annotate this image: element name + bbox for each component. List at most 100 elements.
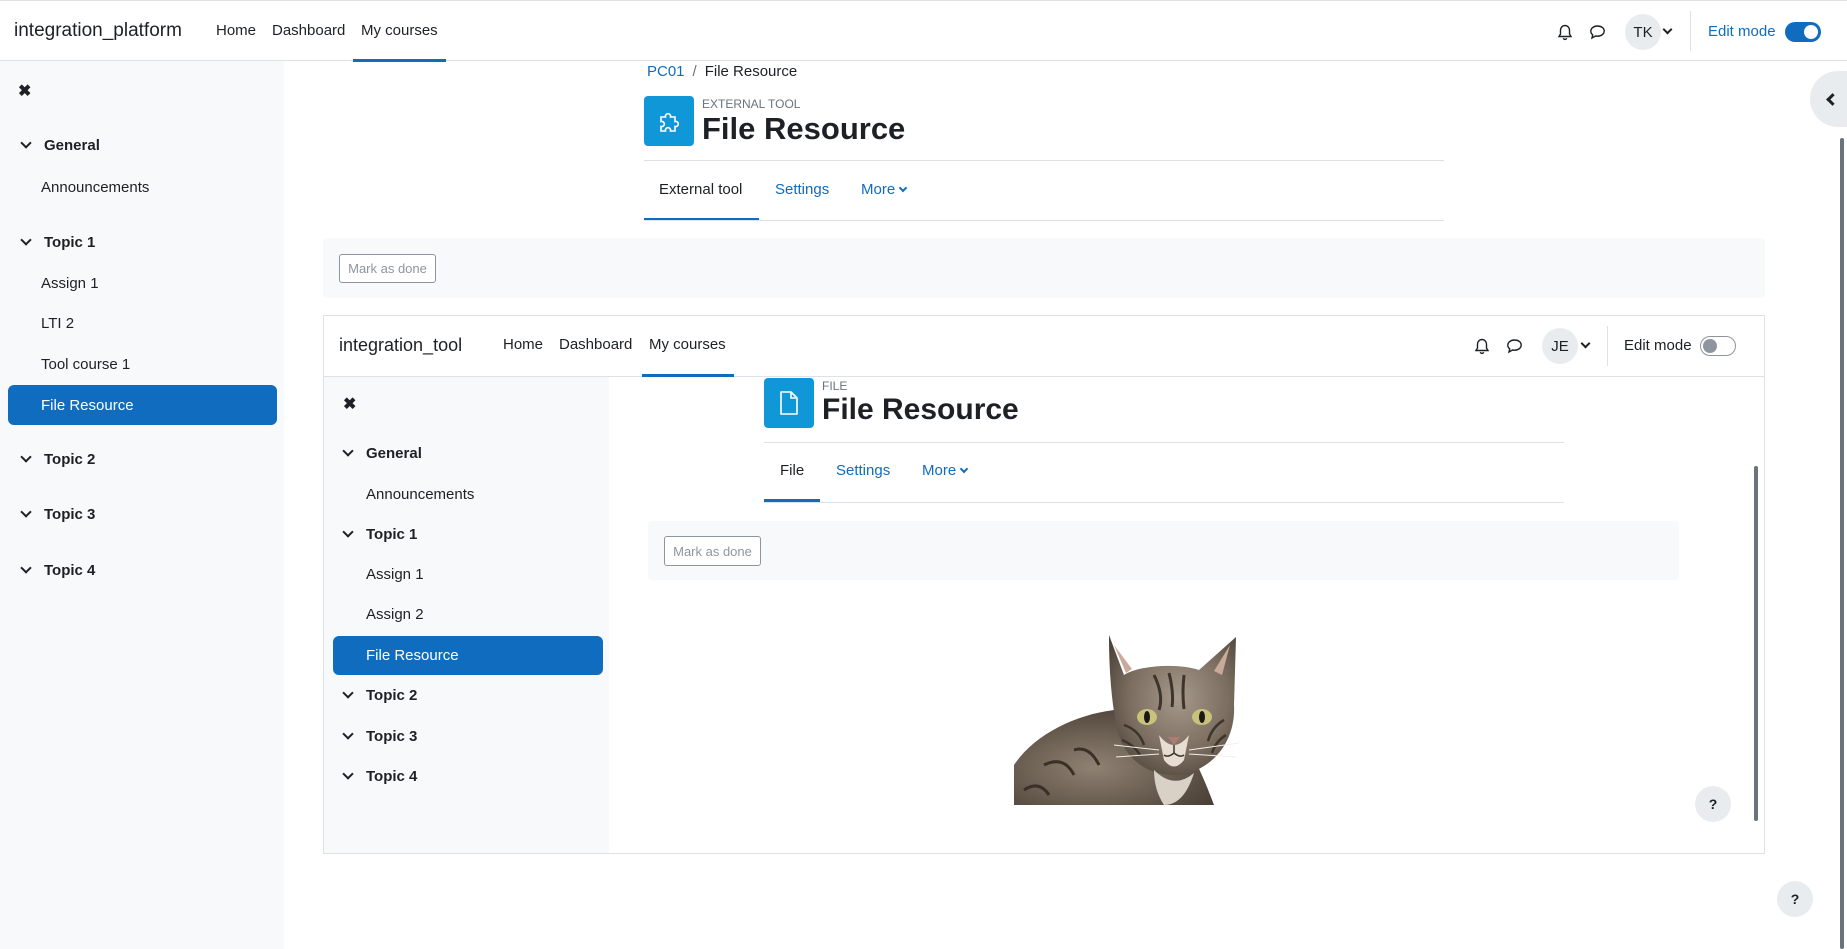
chevron-down-icon <box>959 464 969 474</box>
breadcrumb-course-link[interactable]: PC01 <box>647 63 685 80</box>
tool-page-title: File Resource <box>822 393 1019 426</box>
external-tool-puzzle-icon <box>644 96 694 146</box>
tab-external-tool[interactable]: External tool <box>659 181 742 198</box>
tool-notifications-bell-icon[interactable] <box>1471 335 1493 357</box>
activity-completion-bar <box>323 238 1765 298</box>
navbar-divider <box>1690 11 1691 51</box>
tool-edit-mode-toggle[interactable] <box>1700 336 1736 356</box>
nav-dashboard[interactable]: Dashboard <box>272 22 345 39</box>
chevron-down-icon <box>342 445 354 457</box>
tool-section-topic-2[interactable]: Topic 2 <box>342 687 418 704</box>
tool-nav-dashboard[interactable]: Dashboard <box>559 336 632 353</box>
toggle-knob <box>1703 339 1717 353</box>
tool-item-assign-1[interactable]: Assign 1 <box>366 566 424 583</box>
tool-section-topic-3[interactable]: Topic 3 <box>342 728 418 745</box>
chevron-down-icon <box>342 768 354 780</box>
tool-activity-type-label: File <box>822 379 848 393</box>
tool-item-assign-2[interactable]: Assign 2 <box>366 606 424 623</box>
chevron-down-icon <box>898 183 908 193</box>
nav-home[interactable]: Home <box>216 22 256 39</box>
tool-section-topic-3-label: Topic 3 <box>366 728 418 745</box>
breadcrumb-separator: / <box>692 63 697 80</box>
section-general-label: General <box>44 137 100 154</box>
chevron-down-icon <box>342 728 354 740</box>
page-title: File Resource <box>702 111 906 146</box>
tool-section-topic-4-label: Topic 4 <box>366 768 418 785</box>
section-topic-4[interactable]: Topic 4 <box>20 562 96 579</box>
tool-section-topic-2-label: Topic 2 <box>366 687 418 704</box>
chevron-down-icon <box>20 506 32 518</box>
tool-nav-active-indicator <box>642 374 734 377</box>
section-topic-2-label: Topic 2 <box>44 451 96 468</box>
course-item-announcements[interactable]: Announcements <box>41 179 149 196</box>
course-item-lti-2[interactable]: LTI 2 <box>41 315 74 332</box>
tool-scrollbar[interactable] <box>1754 466 1758 821</box>
tool-navbar-divider <box>1607 326 1608 366</box>
tool-mark-as-done-button[interactable]: Mark as done <box>664 536 761 566</box>
edit-mode-label: Edit mode <box>1708 23 1776 40</box>
tool-brand[interactable]: integration_tool <box>339 335 462 356</box>
tool-tabs-divider <box>764 502 1564 503</box>
course-item-tool-course-1[interactable]: Tool course 1 <box>41 356 130 373</box>
chevron-down-icon <box>342 526 354 538</box>
tab-more-label: More <box>861 181 896 198</box>
tool-header-divider <box>764 442 1564 443</box>
course-item-assign-1[interactable]: Assign 1 <box>41 275 99 292</box>
tabs-divider <box>644 220 1444 221</box>
tool-tab-file[interactable]: File <box>780 462 804 479</box>
cat-image <box>1014 615 1256 805</box>
tool-messages-chat-icon[interactable] <box>1503 335 1525 357</box>
tool-section-general[interactable]: General <box>342 445 422 462</box>
tool-user-avatar[interactable]: JE <box>1542 328 1578 364</box>
nav-my-courses[interactable]: My courses <box>361 22 438 39</box>
chevron-down-icon <box>20 451 32 463</box>
breadcrumb-current: File Resource <box>704 63 798 80</box>
section-topic-4-label: Topic 4 <box>44 562 96 579</box>
page-scrollbar[interactable] <box>1840 138 1844 949</box>
tool-tab-more-label: More <box>922 462 957 479</box>
header-divider <box>644 160 1444 161</box>
activity-type-label: External tool <box>702 97 801 111</box>
tool-navbar: integration_tool Home Dashboard My cours… <box>324 316 1764 377</box>
tab-more[interactable]: More <box>861 181 908 198</box>
nav-active-indicator <box>353 59 446 62</box>
user-avatar[interactable]: TK <box>1625 14 1661 50</box>
help-button[interactable]: ? <box>1777 881 1813 917</box>
tool-help-button[interactable]: ? <box>1695 786 1731 822</box>
section-topic-1-label: Topic 1 <box>44 234 96 251</box>
chevron-down-icon[interactable] <box>1580 338 1591 349</box>
site-brand[interactable]: integration_platform <box>14 20 182 42</box>
tool-item-announcements[interactable]: Announcements <box>366 486 474 503</box>
tool-nav-home[interactable]: Home <box>503 336 543 353</box>
section-topic-3-label: Topic 3 <box>44 506 96 523</box>
section-topic-3[interactable]: Topic 3 <box>20 506 96 523</box>
mark-as-done-button[interactable]: Mark as done <box>339 254 436 283</box>
open-block-drawer-button[interactable] <box>1810 71 1847 127</box>
toggle-knob <box>1804 25 1818 39</box>
messages-chat-icon[interactable] <box>1586 21 1608 43</box>
tool-tab-more[interactable]: More <box>922 462 969 479</box>
tool-course-index-drawer: ✖ General Announcements Topic 1 Assign 1… <box>324 377 609 853</box>
tool-close-drawer-icon[interactable]: ✖ <box>343 394 356 414</box>
tool-section-general-label: General <box>366 445 422 462</box>
tab-settings[interactable]: Settings <box>775 181 829 198</box>
tool-nav-my-courses[interactable]: My courses <box>649 336 726 353</box>
tool-section-topic-1[interactable]: Topic 1 <box>342 526 417 543</box>
edit-mode-toggle[interactable] <box>1785 22 1821 42</box>
chevron-down-icon[interactable] <box>1662 24 1673 35</box>
chevron-down-icon <box>20 137 32 149</box>
section-general[interactable]: General <box>20 137 100 154</box>
tool-item-file-resource-active[interactable]: File Resource <box>333 636 603 675</box>
tool-section-topic-4[interactable]: Topic 4 <box>342 768 418 785</box>
section-topic-2[interactable]: Topic 2 <box>20 451 96 468</box>
notifications-bell-icon[interactable] <box>1554 21 1576 43</box>
chevron-down-icon <box>20 562 32 574</box>
tool-tab-settings[interactable]: Settings <box>836 462 890 479</box>
tool-edit-mode-label: Edit mode <box>1624 337 1692 354</box>
tool-activity-completion-bar <box>648 521 1679 580</box>
file-document-icon <box>764 378 814 428</box>
course-item-file-resource-active[interactable]: File Resource <box>8 385 277 425</box>
close-drawer-icon[interactable]: ✖ <box>18 81 31 101</box>
section-topic-1[interactable]: Topic 1 <box>20 234 96 251</box>
top-navbar: integration_platform Home Dashboard My c… <box>0 0 1847 62</box>
